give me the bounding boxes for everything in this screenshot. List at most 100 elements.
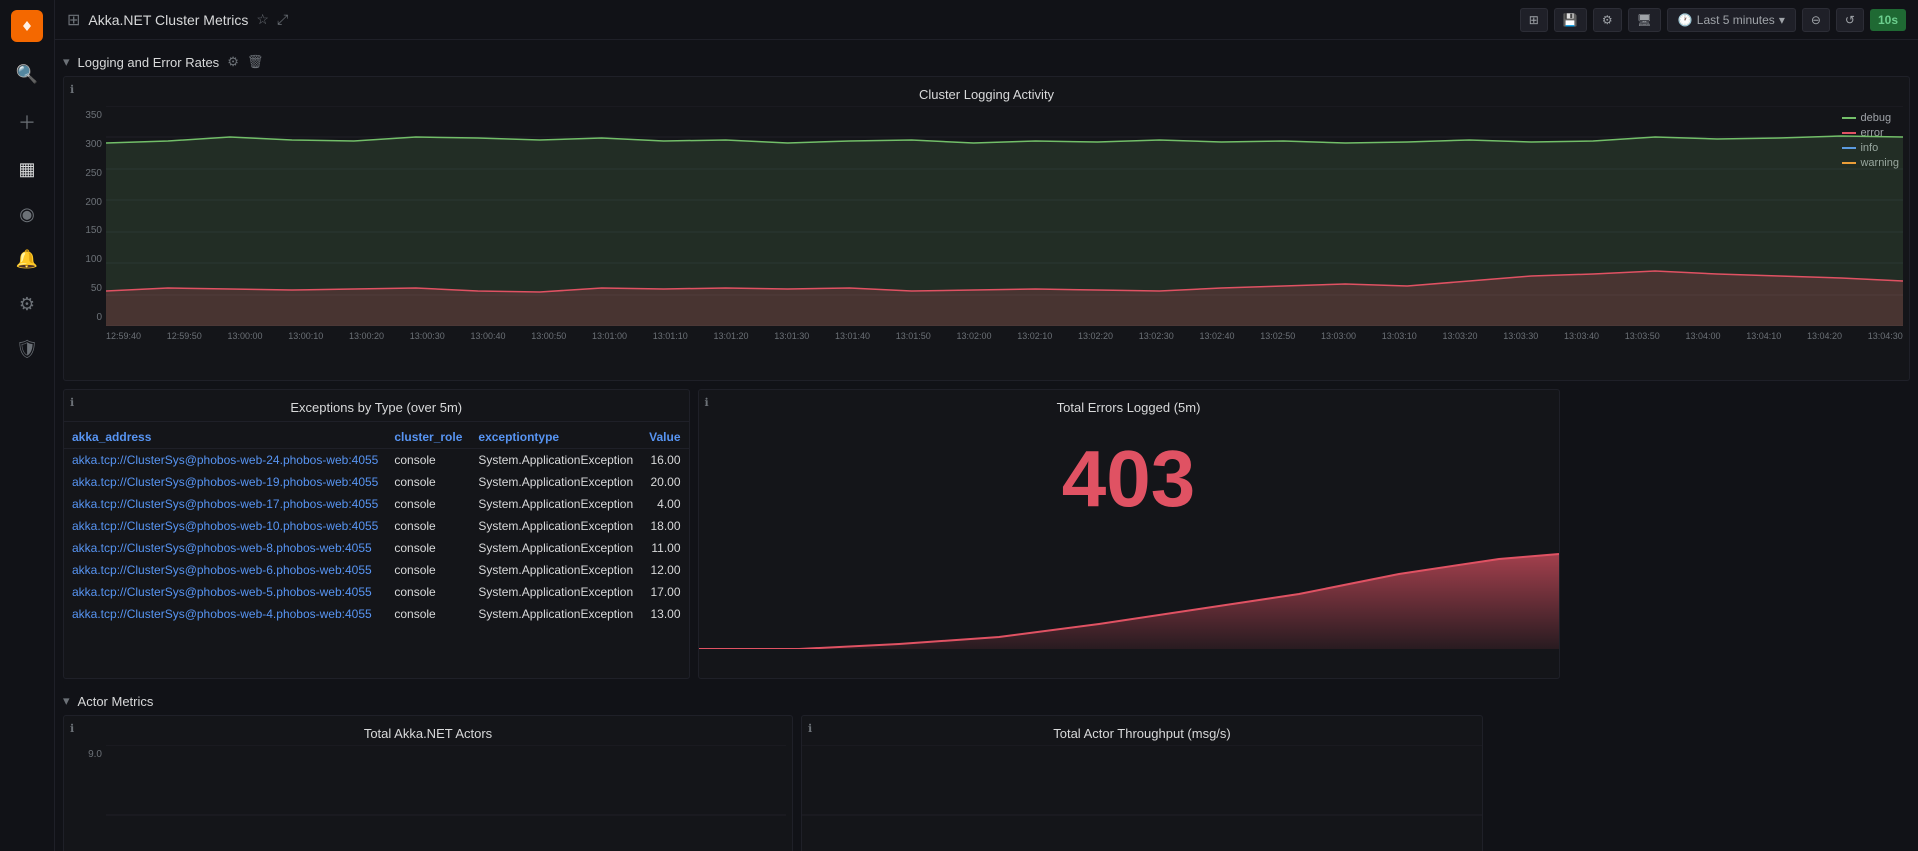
bottom-charts: ℹ Total Akka.NET Actors 9.0 8.0 ℹ	[63, 715, 1910, 851]
panel-info-icon-2: ℹ	[70, 396, 74, 409]
cell-exceptiontype: System.ApplicationException	[470, 581, 641, 603]
topbar-actions: ⊞ 💾 ⚙ 🖥 🕐 Last 5 minutes ▾ ⊖ ↺ 10s	[1520, 8, 1906, 32]
total-errors-panel: ℹ Total Errors Logged (5m) 403	[698, 389, 1560, 679]
refresh-button[interactable]: ↺	[1836, 8, 1864, 32]
sidebar-item-settings[interactable]: ⚙	[0, 282, 54, 327]
sidebar-item-search[interactable]: 🔍	[0, 52, 54, 97]
table-row: akka.tcp://ClusterSys@phobos-web-24.phob…	[64, 449, 689, 472]
sidebar-item-dashboard[interactable]: ▦	[0, 147, 54, 192]
star-icon[interactable]: ☆	[256, 11, 269, 28]
col-value: Value	[641, 426, 688, 449]
cell-akka-address: akka.tcp://ClusterSys@phobos-web-17.phob…	[64, 493, 386, 515]
total-actors-panel: ℹ Total Akka.NET Actors 9.0 8.0	[63, 715, 793, 851]
total-errors-value: 403	[699, 419, 1559, 519]
exceptions-title: Exceptions by Type (over 5m)	[64, 390, 689, 422]
table-row: akka.tcp://ClusterSys@phobos-web-17.phob…	[64, 493, 689, 515]
chevron-icon: ▾	[63, 54, 70, 70]
cell-cluster-role: console	[386, 537, 470, 559]
gear-icon[interactable]: ⚙	[227, 54, 239, 70]
total-throughput-title: Total Actor Throughput (msg/s)	[802, 716, 1482, 745]
error-mini-chart	[699, 519, 1559, 678]
sidebar-item-alerts[interactable]: 🔔	[0, 237, 54, 282]
y-axis: 350300250200150100500	[70, 106, 106, 341]
col-cluster-role: cluster_role	[386, 426, 470, 449]
table-row: akka.tcp://ClusterSys@phobos-web-4.phobo…	[64, 603, 689, 625]
zoom-out-button[interactable]: ⊖	[1802, 8, 1830, 32]
tv-mode-button[interactable]: 🖥	[1628, 8, 1661, 32]
cluster-logging-panel: ℹ Cluster Logging Activity debug error i…	[63, 76, 1910, 381]
actor-chevron-icon: ▾	[63, 693, 70, 709]
cell-cluster-role: console	[386, 471, 470, 493]
total-actors-title: Total Akka.NET Actors	[64, 716, 792, 745]
cell-exceptiontype: System.ApplicationException	[470, 559, 641, 581]
actors-chart-svg	[106, 745, 786, 851]
cell-value: 4.00	[641, 493, 688, 515]
table-row: akka.tcp://ClusterSys@phobos-web-6.phobo…	[64, 559, 689, 581]
cell-cluster-role: console	[386, 603, 470, 625]
main-content: ▾ Logging and Error Rates ⚙ 🗑 ℹ Cluster …	[55, 40, 1918, 851]
col-exceptiontype: exceptiontype	[470, 426, 641, 449]
logging-chart-svg	[106, 106, 1903, 326]
sidebar-item-add[interactable]: ＋	[0, 97, 54, 147]
table-row: akka.tcp://ClusterSys@phobos-web-5.phobo…	[64, 581, 689, 603]
table-row: akka.tcp://ClusterSys@phobos-web-19.phob…	[64, 471, 689, 493]
trash-icon[interactable]: 🗑	[247, 54, 264, 70]
add-panel-button[interactable]: ⊞	[1520, 8, 1548, 32]
panel-info-icon-4: ℹ	[70, 722, 74, 735]
cell-exceptiontype: System.ApplicationException	[470, 449, 641, 472]
cluster-logging-title: Cluster Logging Activity	[64, 77, 1909, 106]
cell-exceptiontype: System.ApplicationException	[470, 515, 641, 537]
cell-value: 18.00	[641, 515, 688, 537]
panel-info-icon: ℹ	[70, 83, 74, 96]
cell-cluster-role: console	[386, 449, 470, 472]
grid-icon: ⊞	[67, 10, 80, 30]
exceptions-table-scroll[interactable]: akka_address cluster_role exceptiontype …	[64, 426, 689, 625]
chevron-down-icon: ▾	[1779, 13, 1785, 27]
total-errors-title: Total Errors Logged (5m)	[699, 390, 1559, 419]
topbar-title-area: ⊞ Akka.NET Cluster Metrics ☆ ⤢	[67, 10, 288, 30]
settings-button[interactable]: ⚙	[1593, 8, 1622, 32]
logging-section-header: ▾ Logging and Error Rates ⚙ 🗑	[63, 48, 1910, 76]
cell-cluster-role: console	[386, 493, 470, 515]
cell-akka-address: akka.tcp://ClusterSys@phobos-web-5.phobo…	[64, 581, 386, 603]
exceptions-panel: ℹ Exceptions by Type (over 5m) akka_addr…	[63, 389, 690, 679]
clock-icon: 🕐	[1678, 13, 1693, 27]
cell-exceptiontype: System.ApplicationException	[470, 493, 641, 515]
cell-akka-address: akka.tcp://ClusterSys@phobos-web-6.phobo…	[64, 559, 386, 581]
table-row: akka.tcp://ClusterSys@phobos-web-8.phobo…	[64, 537, 689, 559]
cell-exceptiontype: System.ApplicationException	[470, 471, 641, 493]
exceptions-table: akka_address cluster_role exceptiontype …	[64, 426, 689, 625]
app-logo[interactable]	[11, 10, 43, 42]
table-row: akka.tcp://ClusterSys@phobos-web-10.phob…	[64, 515, 689, 537]
cell-akka-address: akka.tcp://ClusterSys@phobos-web-4.phobo…	[64, 603, 386, 625]
share-icon[interactable]: ⤢	[277, 11, 288, 28]
sidebar-item-explore[interactable]: ◉	[0, 192, 54, 237]
cell-cluster-role: console	[386, 581, 470, 603]
cell-cluster-role: console	[386, 559, 470, 581]
cell-value: 17.00	[641, 581, 688, 603]
dashboard-title: Akka.NET Cluster Metrics	[88, 12, 248, 28]
time-range-label: Last 5 minutes	[1697, 13, 1775, 27]
cell-exceptiontype: System.ApplicationException	[470, 537, 641, 559]
panel-info-icon-3: ℹ	[705, 396, 709, 409]
sidebar: 🔍 ＋ ▦ ◉ 🔔 ⚙ 🛡	[0, 0, 55, 851]
cell-exceptiontype: System.ApplicationException	[470, 603, 641, 625]
cell-akka-address: akka.tcp://ClusterSys@phobos-web-10.phob…	[64, 515, 386, 537]
exceptions-table-body: akka.tcp://ClusterSys@phobos-web-24.phob…	[64, 449, 689, 626]
topbar: ⊞ Akka.NET Cluster Metrics ☆ ⤢ ⊞ 💾 ⚙ 🖥 🕐…	[55, 0, 1918, 40]
time-range-selector[interactable]: 🕐 Last 5 minutes ▾	[1667, 8, 1796, 32]
cell-value: 20.00	[641, 471, 688, 493]
refresh-rate-badge[interactable]: 10s	[1870, 9, 1906, 31]
total-throughput-panel: ℹ Total Actor Throughput (msg/s)	[801, 715, 1483, 851]
actor-section-label: Actor Metrics	[78, 694, 154, 709]
cell-value: 11.00	[641, 537, 688, 559]
actor-section-header: ▾ Actor Metrics	[63, 687, 1910, 715]
cell-akka-address: akka.tcp://ClusterSys@phobos-web-19.phob…	[64, 471, 386, 493]
two-col-row: ℹ Exceptions by Type (over 5m) akka_addr…	[63, 389, 1910, 687]
cell-akka-address: akka.tcp://ClusterSys@phobos-web-8.phobo…	[64, 537, 386, 559]
save-button[interactable]: 💾	[1554, 8, 1587, 32]
sidebar-item-shield[interactable]: 🛡	[0, 327, 54, 372]
col-akka-address: akka_address	[64, 426, 386, 449]
cell-value: 16.00	[641, 449, 688, 472]
actors-y-axis: 9.0 8.0	[70, 745, 106, 851]
